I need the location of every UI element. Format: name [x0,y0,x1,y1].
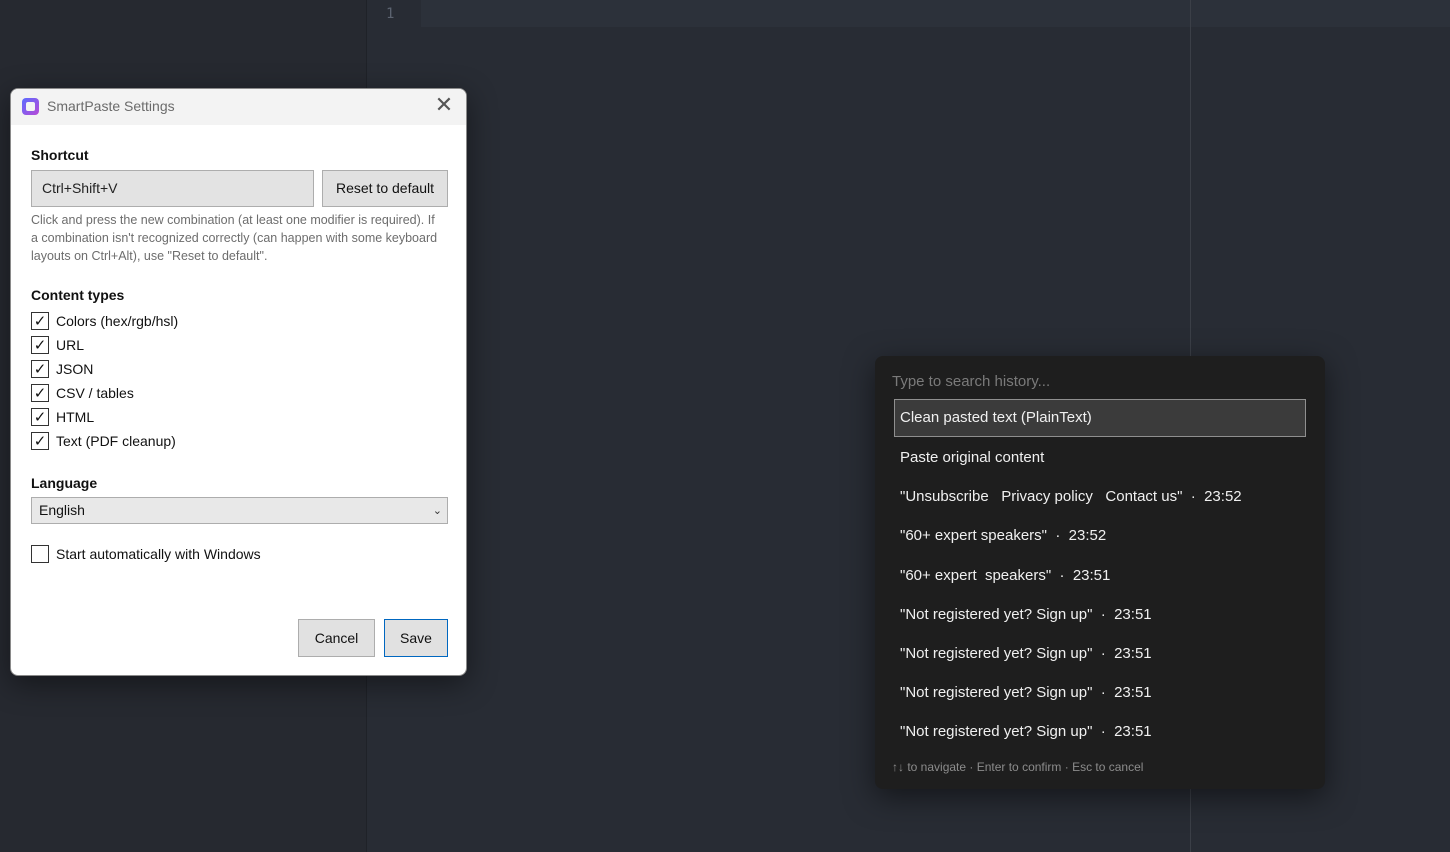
language-select[interactable]: English ⌄ [31,497,448,524]
checkbox-unchecked-icon[interactable] [31,545,49,563]
popup-keyboard-hint: ↑↓ to navigate · Enter to confirm · Esc … [892,760,1144,774]
history-item[interactable]: "60+ expert speakers" · 23:51 [894,557,1306,595]
content-type-json[interactable]: ✓ JSON [31,359,93,379]
shortcut-label: Shortcut [31,147,89,163]
history-item-paste-original[interactable]: Paste original content [894,439,1306,477]
history-item[interactable]: "Not registered yet? Sign up" · 23:51 [894,596,1306,634]
history-item-clean-text[interactable]: Clean pasted text (PlainText) [894,399,1306,437]
history-search-input[interactable] [892,370,1302,392]
content-types-label: Content types [31,287,125,303]
cancel-button[interactable]: Cancel [298,619,375,657]
content-type-label: Colors (hex/rgb/hsl) [56,313,179,329]
checkbox-checked-icon[interactable]: ✓ [31,312,49,330]
history-item[interactable]: "Not registered yet? Sign up" · 23:51 [894,674,1306,712]
content-type-colors[interactable]: ✓ Colors (hex/rgb/hsl) [31,311,178,331]
content-type-label: CSV / tables [56,385,134,401]
content-type-label: JSON [56,361,94,377]
reset-to-default-button[interactable]: Reset to default [322,170,448,207]
history-item[interactable]: "Unsubscribe Privacy policy Contact us" … [894,478,1306,516]
checkbox-checked-icon[interactable]: ✓ [31,360,49,378]
history-item[interactable]: "60+ expert speakers" · 23:52 [894,517,1306,555]
history-item[interactable]: "Not registered yet? Sign up" · 23:51 [894,713,1306,751]
chevron-down-icon: ⌄ [432,504,442,517]
language-label: Language [31,475,98,491]
autostart-label: Start automatically with Windows [56,546,261,562]
content-type-csv[interactable]: ✓ CSV / tables [31,383,134,403]
current-line-highlight [421,0,1450,27]
checkbox-checked-icon[interactable]: ✓ [31,336,49,354]
checkbox-checked-icon[interactable]: ✓ [31,408,49,426]
smartpaste-app-icon [22,98,39,115]
shortcut-hint: Click and press the new combination (at … [31,213,438,263]
content-type-label: HTML [56,409,95,425]
paste-history-popup: Clean pasted text (PlainText) Paste orig… [875,356,1325,789]
settings-dialog: SmartPaste Settings ✕ Shortcut Ctrl+Shif… [10,88,467,676]
checkbox-checked-icon[interactable]: ✓ [31,384,49,402]
content-type-html[interactable]: ✓ HTML [31,407,94,427]
autostart-option[interactable]: Start automatically with Windows [31,544,261,564]
line-number: 1 [386,6,395,22]
language-value: English [39,502,85,518]
shortcut-input[interactable]: Ctrl+Shift+V [31,170,314,207]
content-type-url[interactable]: ✓ URL [31,335,84,355]
content-type-text[interactable]: ✓ Text (PDF cleanup) [31,431,176,451]
dialog-titlebar: SmartPaste Settings ✕ [11,89,466,125]
save-button[interactable]: Save [384,619,448,657]
checkbox-checked-icon[interactable]: ✓ [31,432,49,450]
content-type-label: URL [56,337,85,353]
history-item[interactable]: "Not registered yet? Sign up" · 23:51 [894,635,1306,673]
dialog-title: SmartPaste Settings [47,98,175,114]
close-icon[interactable]: ✕ [430,93,458,121]
content-type-label: Text (PDF cleanup) [56,433,176,449]
